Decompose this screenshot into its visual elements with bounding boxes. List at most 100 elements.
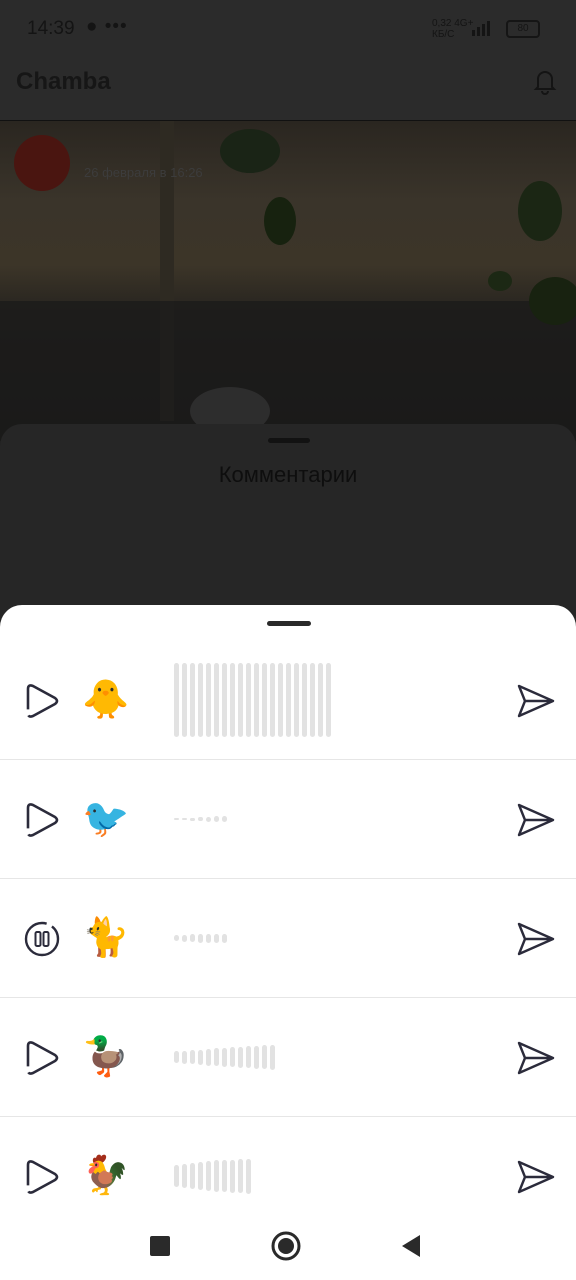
waveform-bar: [182, 1164, 187, 1188]
waveform-bar: [254, 1045, 259, 1069]
voice-avatar-icon: 🐥: [82, 679, 130, 721]
play-icon[interactable]: [22, 681, 62, 721]
app-header: Chamba: [0, 58, 576, 122]
waveform-bar: [238, 663, 243, 737]
post-photo: 26 февраля в 16:26: [0, 121, 576, 441]
waveform-bar: [246, 663, 251, 737]
sheet-drag-handle[interactable]: [267, 621, 311, 626]
waveform-bar: [318, 663, 323, 737]
waveform-bar: [230, 663, 235, 737]
navigation-bar: [0, 1212, 576, 1280]
comments-drag-handle[interactable]: [268, 438, 310, 443]
waveform-bar: [198, 933, 203, 943]
waveform-bar: [174, 935, 179, 941]
waveform: [174, 760, 227, 878]
voice-picker-sheet: 🐥 🐦 🐈 🦆 🐓: [0, 605, 576, 1280]
waveform-bar: [222, 663, 227, 737]
waveform-bar: [190, 934, 195, 942]
waveform-bar: [302, 663, 307, 737]
waveform: [174, 998, 275, 1116]
waveform-bar: [230, 1159, 235, 1193]
post-date: 26 февраля в 16:26: [84, 165, 203, 180]
waveform-bar: [270, 663, 275, 737]
waveform-bar: [214, 816, 219, 822]
recent-apps-icon[interactable]: [146, 1232, 174, 1260]
waveform-bar: [174, 818, 179, 820]
bell-icon[interactable]: [530, 66, 560, 96]
waveform-bar: [270, 1044, 275, 1070]
author-avatar[interactable]: [14, 135, 70, 191]
waveform: [174, 879, 227, 997]
waveform-bar: [286, 663, 291, 737]
waveform-bar: [214, 1160, 219, 1192]
waveform-bar: [190, 1050, 195, 1064]
play-icon[interactable]: [22, 1038, 62, 1078]
network-indicator: 0,32 4G+ КБ/С: [432, 18, 473, 40]
comments-title: Комментарии: [218, 462, 358, 487]
pause-icon[interactable]: [22, 919, 62, 959]
waveform-bar: [294, 663, 299, 737]
send-icon[interactable]: [516, 681, 556, 721]
battery-indicator: 80: [506, 20, 540, 38]
waveform-bar: [246, 1158, 251, 1194]
voice-avatar-icon: 🐦: [82, 798, 130, 840]
waveform-bar: [198, 1049, 203, 1065]
home-icon[interactable]: [270, 1230, 302, 1262]
waveform-bar: [262, 663, 267, 737]
waveform-bar: [238, 1159, 243, 1193]
waveform-bar: [222, 1047, 227, 1067]
waveform-bar: [214, 1048, 219, 1066]
waveform-bar: [262, 1045, 267, 1069]
play-icon[interactable]: [22, 800, 62, 840]
send-icon[interactable]: [516, 1038, 556, 1078]
waveform-bar: [206, 816, 211, 822]
waveform-bar: [326, 663, 331, 737]
signal-icon: [472, 21, 490, 36]
waveform-bar: [198, 817, 203, 821]
waveform-bar: [310, 663, 315, 737]
waveform: [174, 641, 331, 759]
waveform-bar: [190, 663, 195, 737]
play-icon[interactable]: [22, 1157, 62, 1197]
waveform-bar: [198, 1162, 203, 1190]
waveform-bar: [254, 663, 259, 737]
back-icon[interactable]: [398, 1232, 426, 1260]
voice-row[interactable]: 🦆: [0, 998, 576, 1117]
waveform-bar: [174, 663, 179, 737]
waveform-bar: [214, 663, 219, 737]
voice-avatar-icon: 🦆: [82, 1036, 130, 1078]
waveform-bar: [174, 1165, 179, 1187]
status-time: 14:39: [27, 18, 75, 39]
waveform-bar: [246, 1046, 251, 1068]
waveform-bar: [230, 1047, 235, 1067]
network-speed: 0,32 4G+: [432, 18, 474, 29]
voice-row[interactable]: 🐥: [0, 641, 576, 760]
status-bar: 14:39 ● ••• 0,32 4G+ КБ/С 80: [0, 0, 576, 58]
waveform-bar: [190, 817, 195, 821]
send-icon[interactable]: [516, 1157, 556, 1197]
waveform-bar: [278, 663, 283, 737]
send-icon[interactable]: [516, 919, 556, 959]
waveform-bar: [182, 934, 187, 942]
network-unit: КБ/С: [432, 29, 455, 40]
waveform-bar: [206, 1048, 211, 1066]
voice-row[interactable]: 🐈: [0, 879, 576, 998]
waveform-bar: [206, 933, 211, 943]
waveform-bar: [214, 933, 219, 943]
send-icon[interactable]: [516, 800, 556, 840]
waveform-bar: [206, 663, 211, 737]
waveform-bar: [182, 663, 187, 737]
waveform-bar: [238, 1046, 243, 1068]
status-notification-icons: ● •••: [86, 16, 128, 37]
waveform-bar: [190, 1163, 195, 1189]
waveform-bar: [222, 933, 227, 943]
waveform-bar: [198, 663, 203, 737]
voice-avatar-icon: 🐈: [82, 917, 130, 959]
waveform-bar: [174, 1051, 179, 1063]
app-title: Chamba: [16, 68, 111, 95]
voice-row[interactable]: 🐦: [0, 760, 576, 879]
waveform-bar: [222, 816, 227, 822]
waveform-bar: [182, 1050, 187, 1064]
waveform-bar: [182, 818, 187, 820]
voice-avatar-icon: 🐓: [82, 1155, 130, 1197]
